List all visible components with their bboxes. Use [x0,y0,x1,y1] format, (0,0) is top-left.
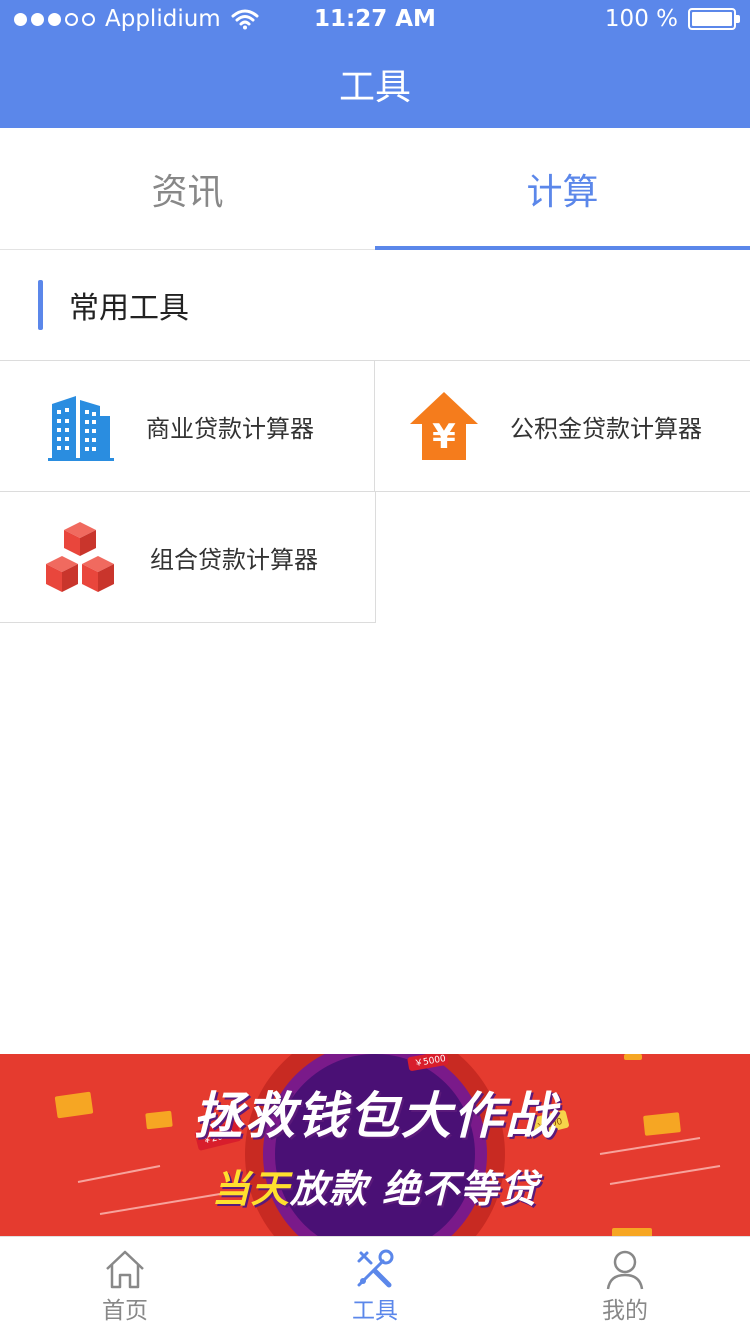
building-icon [48,396,114,461]
tabbar-home[interactable]: 首页 [0,1237,250,1330]
section-accent-bar [38,280,43,330]
stacked-boxes-icon [46,522,114,592]
section-title: 常用工具 [69,291,189,326]
battery-percent: 100 % [604,6,678,32]
page-title: 工具 [338,67,411,108]
banner-subtitle-highlight: 当天 [211,1167,290,1211]
tool-combined-loan-calculator[interactable]: 组合贷款计算器 [0,492,376,623]
banner-subtitle-rest: 放款 绝不等贷 [289,1167,539,1211]
wifi-icon [231,9,259,30]
tabbar-tools-label: 工具 [352,1298,398,1324]
tool-commercial-loan-calculator[interactable]: 商业贷款计算器 [0,361,375,492]
tab-calculate[interactable]: 计算 [375,128,750,250]
status-bar: Applidium 11:27 AM 100 % [0,0,750,40]
tab-news[interactable]: 资讯 [0,128,375,249]
carrier-name: Applidium [105,6,221,32]
tool-label: 公积金贷款计算器 [510,414,702,443]
tool-housing-fund-loan-calculator[interactable]: ¥ 公积金贷款计算器 [375,361,750,492]
bottom-tab-bar: 首页 工具 我的 [0,1236,750,1330]
tool-label: 组合贷款计算器 [150,545,318,574]
banner-subtitle: 当天放款 绝不等贷 [0,1158,750,1213]
tabbar-mine-label: 我的 [602,1298,648,1324]
tool-label: 商业贷款计算器 [146,414,314,443]
tabbar-tools[interactable]: 工具 [250,1237,500,1330]
house-yuan-icon: ¥ [410,392,478,460]
section-header: 常用工具 [0,250,750,361]
nav-bar: 工具 [0,40,750,128]
tab-calculate-label: 计算 [526,171,599,213]
promo-banner[interactable]: ￥2000 ￥5000 ￥200 拯救钱包大作战 当天放款 绝不等贷 [0,1054,750,1236]
tab-news-label: 资讯 [151,171,224,213]
status-right: 100 % [604,6,740,32]
svg-text:¥: ¥ [432,417,456,457]
tools-icon [357,1249,394,1288]
segment-tabs: 资讯 计算 [0,128,750,250]
tabbar-mine[interactable]: 我的 [500,1237,750,1330]
tabbar-home-label: 首页 [102,1298,148,1324]
user-icon [606,1250,644,1290]
banner-title: 拯救钱包大作战 [193,1087,557,1145]
status-left: Applidium [14,6,259,32]
home-icon [106,1250,144,1289]
battery-icon [688,8,740,30]
signal-strength-icon [14,12,95,26]
